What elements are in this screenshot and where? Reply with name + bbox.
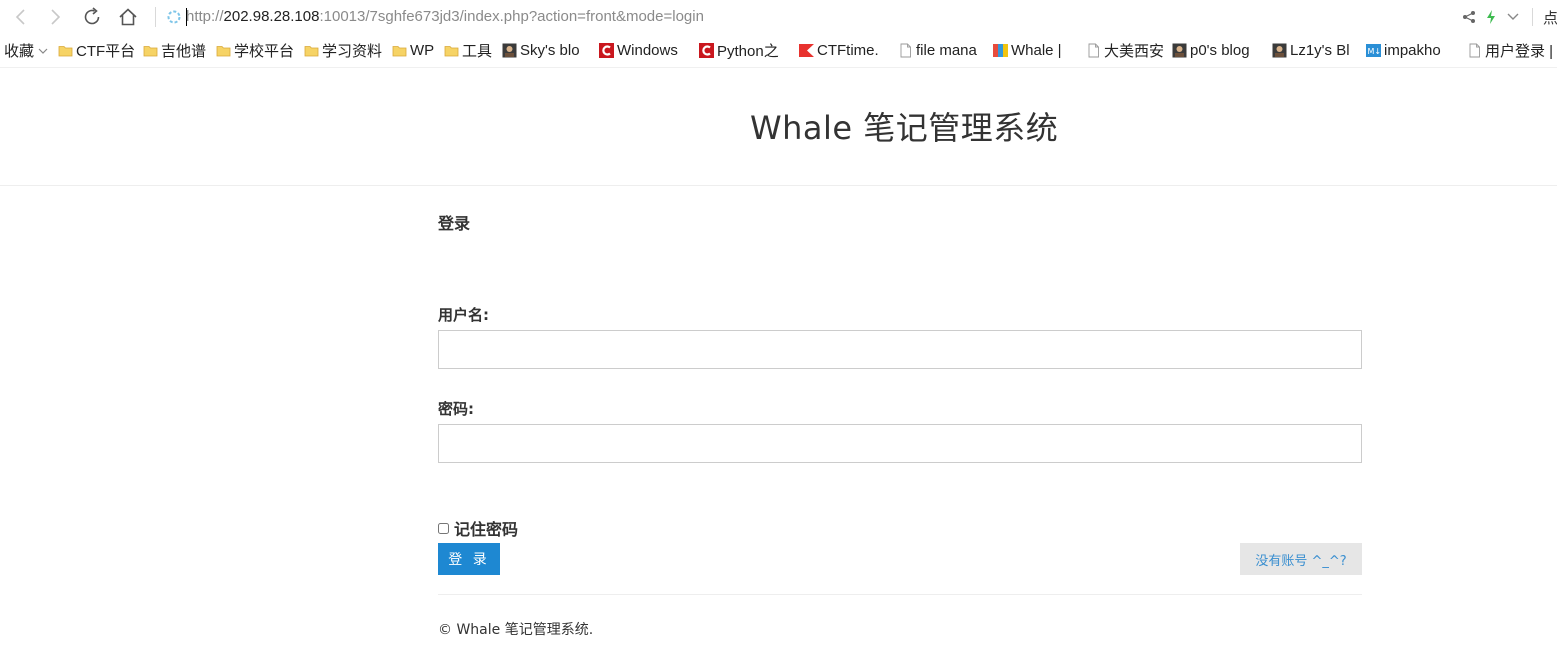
page-icon xyxy=(898,43,913,58)
home-button[interactable] xyxy=(115,4,141,30)
bookmark-item[interactable]: p0's blog xyxy=(1172,34,1250,67)
bookmark-item[interactable]: Whale | xyxy=(993,34,1062,67)
remember-password-label: 记住密码 xyxy=(454,520,519,539)
password-input[interactable] xyxy=(438,424,1362,463)
bookmark-item[interactable]: Lz1y's Bl xyxy=(1272,34,1350,67)
remember-password-checkbox[interactable] xyxy=(438,522,449,534)
csdn-icon xyxy=(699,43,714,58)
bookmark-item[interactable]: Python之 xyxy=(699,34,779,67)
address-bar[interactable]: http://202.98.28.108:10013/7sghfe673jd3/… xyxy=(186,5,704,29)
page-icon xyxy=(1086,43,1101,58)
bookmark-item[interactable]: 学校平台 xyxy=(216,34,294,67)
bookmark-label: WP xyxy=(410,42,435,59)
bookmark-label: Windows xyxy=(617,42,678,59)
bookmark-item[interactable]: 吉他谱 xyxy=(143,34,206,67)
bookmark-label: 学习资料 xyxy=(322,43,383,60)
page-loading-icon xyxy=(167,10,181,24)
bookmark-item[interactable]: CTFtime. xyxy=(799,34,879,67)
username-label: 用户名: xyxy=(438,306,489,324)
toolbar-separator xyxy=(1532,8,1533,26)
back-button[interactable] xyxy=(8,4,34,30)
toolbar-cut-label[interactable]: 点 xyxy=(1543,7,1557,28)
bookmark-label: CTF平台 xyxy=(76,43,136,60)
bookmark-label: 大美西安 xyxy=(1104,43,1165,60)
text-caret xyxy=(186,8,187,26)
bookmark-label: 吉他谱 xyxy=(161,43,207,60)
bookmark-item[interactable]: 大美西安 xyxy=(1086,34,1164,67)
speed-mode-button[interactable] xyxy=(1480,6,1502,28)
bookmark-item[interactable]: Sky's blo xyxy=(502,34,580,67)
csdn-icon xyxy=(599,43,614,58)
ctftime-icon xyxy=(799,43,814,58)
url-host: 202.98.28.108 xyxy=(223,8,320,25)
bookmark-label: CTFtime. xyxy=(817,42,879,59)
bookmark-label: impakho xyxy=(1384,42,1441,59)
favorites-label: 收藏 xyxy=(4,43,35,60)
forward-arrow-icon xyxy=(51,9,61,25)
chevron-down-icon xyxy=(38,48,48,54)
bookmark-label: 工具 xyxy=(462,43,493,60)
page-icon xyxy=(1467,43,1482,58)
bookmark-item[interactable]: Windows xyxy=(599,34,678,67)
bookmark-item[interactable]: M↓ impakho xyxy=(1366,34,1441,67)
bookmark-item[interactable]: WP xyxy=(392,34,434,67)
url-scheme: http:// xyxy=(186,8,224,25)
username-input[interactable] xyxy=(438,330,1362,369)
login-section-title: 登录 xyxy=(438,214,471,233)
url-path: :10013/7sghfe673jd3/index.php?action=fro… xyxy=(319,8,704,25)
register-link-button[interactable]: 没有账号 ^_^? xyxy=(1240,543,1362,575)
folder-icon xyxy=(216,43,231,58)
svg-text:M↓: M↓ xyxy=(1368,47,1382,56)
bookmark-label: p0's blog xyxy=(1190,42,1250,59)
bookmarks-favorites-menu[interactable]: 收藏 xyxy=(4,34,48,67)
folder-icon xyxy=(444,43,459,58)
site-title: Whale 笔记管理系统 xyxy=(750,109,1059,147)
reload-icon xyxy=(84,7,100,25)
folder-icon xyxy=(143,43,158,58)
reload-button[interactable] xyxy=(79,4,105,30)
forward-button[interactable] xyxy=(42,4,68,30)
share-button[interactable] xyxy=(1458,6,1480,28)
url-separator xyxy=(155,7,156,27)
share-icon xyxy=(1463,11,1475,23)
lightning-icon xyxy=(1487,10,1495,24)
markdown-icon: M↓ xyxy=(1366,43,1381,58)
avatar-icon xyxy=(502,43,517,58)
home-icon xyxy=(119,8,137,26)
back-arrow-icon xyxy=(15,9,25,25)
folder-icon xyxy=(58,43,73,58)
engine-dropdown-button[interactable] xyxy=(1502,6,1524,28)
login-button[interactable]: 登 录 xyxy=(438,543,500,575)
folder-icon xyxy=(392,43,407,58)
footer-divider xyxy=(438,594,1362,595)
folder-icon xyxy=(304,43,319,58)
bookmark-item[interactable]: 用户登录 | xyxy=(1467,34,1553,67)
avatar-icon xyxy=(1172,43,1187,58)
avatar-icon xyxy=(1272,43,1287,58)
toolbar-right-tools: 点 xyxy=(1458,5,1557,29)
password-label: 密码: xyxy=(438,400,474,418)
whale-icon xyxy=(993,43,1008,58)
footer-copyright: © Whale 笔记管理系统. xyxy=(438,622,594,638)
bookmark-label: Lz1y's Bl xyxy=(1290,42,1350,59)
bookmark-item[interactable]: 工具 xyxy=(444,34,492,67)
bookmark-label: Whale | xyxy=(1011,42,1062,59)
bookmark-label: file mana xyxy=(916,42,977,59)
browser-toolbar: http://202.98.28.108:10013/7sghfe673jd3/… xyxy=(0,0,1557,34)
bookmark-label: Python之 xyxy=(717,43,779,60)
bookmark-label: 学校平台 xyxy=(234,43,295,60)
chevron-down-icon xyxy=(1507,13,1519,20)
bookmark-item[interactable]: CTF平台 xyxy=(58,34,135,67)
remember-password-row: 记住密码 xyxy=(438,516,518,540)
bookmark-item[interactable]: 学习资料 xyxy=(304,34,382,67)
bookmark-label: Sky's blo xyxy=(520,42,580,59)
bookmark-label: 用户登录 | xyxy=(1485,43,1554,60)
bookmark-item[interactable]: file mana xyxy=(898,34,977,67)
bookmarks-bar: 收藏 CTF平台 吉他谱 学校平台 学习资料 WP 工具 Sky's blo Windows P… xyxy=(0,34,1557,68)
